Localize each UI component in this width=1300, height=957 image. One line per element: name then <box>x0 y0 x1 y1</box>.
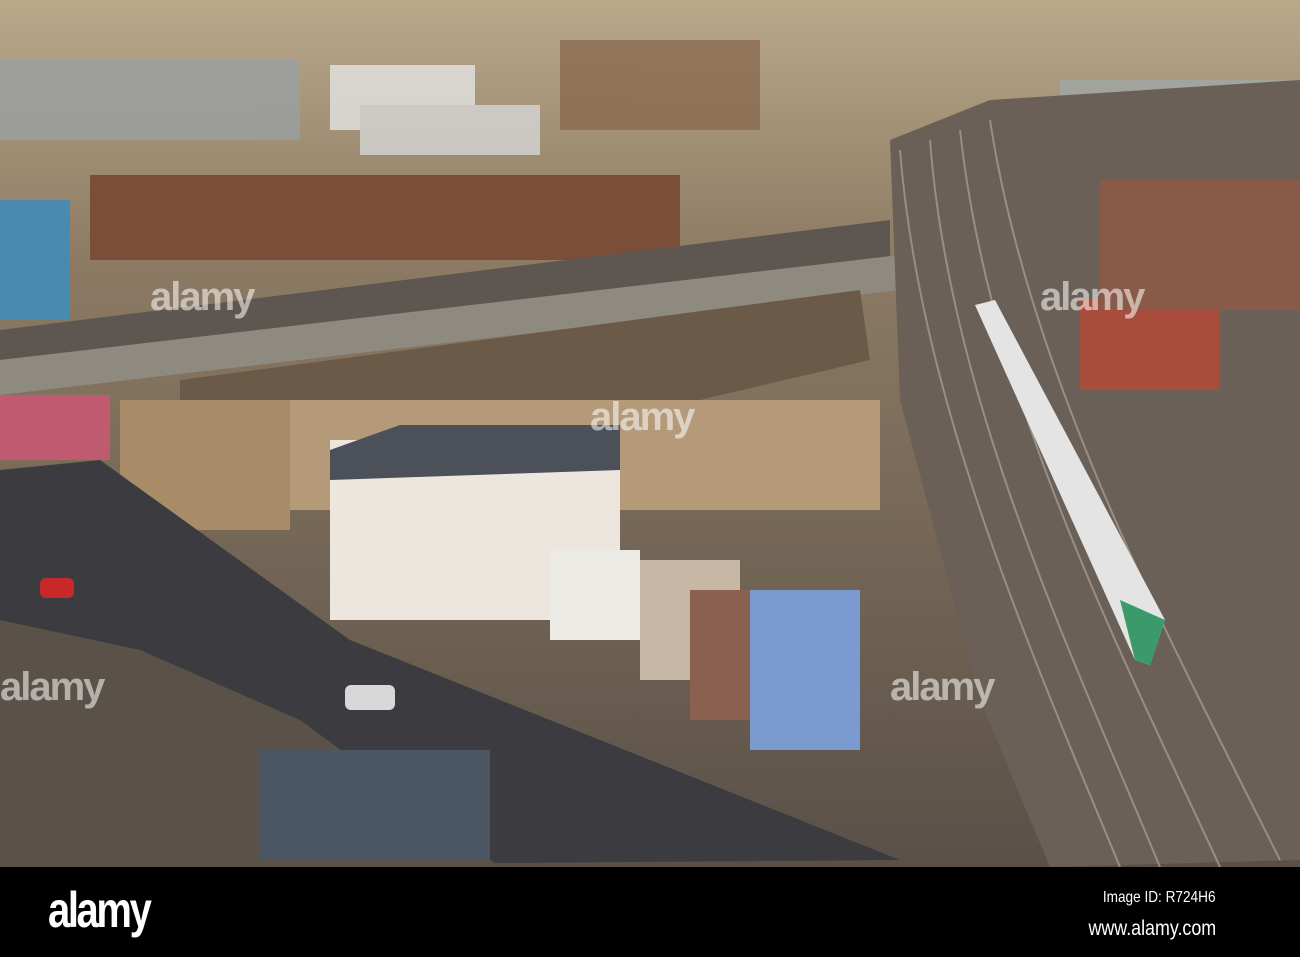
scaffold-building <box>0 200 70 320</box>
watermark-logo: alamy <box>890 665 995 709</box>
blue-house <box>750 590 860 750</box>
bridge <box>0 395 110 460</box>
alamy-logo: alamy <box>48 882 152 938</box>
website-url: www.alamy.com <box>1088 917 1216 940</box>
brick-terrace <box>90 175 680 260</box>
watermark-logo: alamy <box>0 665 105 709</box>
watermark-logo: alamy <box>150 275 255 319</box>
stock-photo: alamy alamy alamy alamy alamy alamy Imag… <box>0 0 1300 957</box>
footer-bar: alamy Image ID: R724H6 www.alamy.com <box>0 867 1300 957</box>
image-id: Image ID: R724H6 <box>1103 889 1216 906</box>
watermark-logo: alamy <box>1040 275 1145 319</box>
red-car <box>40 578 74 598</box>
watermark-logo: alamy <box>590 395 695 439</box>
